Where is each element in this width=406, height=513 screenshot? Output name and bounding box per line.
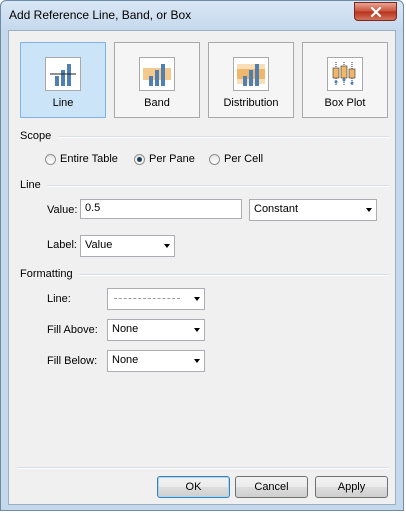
close-button[interactable] — [354, 2, 397, 21]
line-divider — [47, 185, 389, 187]
line-style-dropdown[interactable] — [107, 288, 205, 310]
formatting-divider — [79, 274, 389, 276]
scope-per-cell-label: Per Cell — [224, 153, 264, 165]
dialog-window: Add Reference Line, Band, or Box Line Ba… — [0, 0, 404, 511]
value-type-dropdown[interactable]: Constant — [249, 199, 377, 221]
type-distribution-button[interactable]: Distribution — [208, 42, 294, 118]
fill-above-label: Fill Above: — [47, 324, 98, 336]
dialog-body: Line Band Distribution Box Plot Scope En… — [8, 30, 396, 505]
apply-button[interactable]: Apply — [315, 476, 388, 498]
value-input[interactable]: 0.5 — [80, 199, 242, 219]
radio-unselected-icon — [209, 153, 220, 165]
fill-above-selected: None — [112, 323, 139, 335]
chevron-down-icon — [194, 297, 200, 301]
chevron-down-icon — [164, 244, 170, 248]
line-style-label: Line: — [47, 293, 71, 305]
type-distribution-label: Distribution — [223, 97, 279, 109]
type-box-plot-label: Box Plot — [324, 97, 366, 109]
type-line-label: Line — [52, 97, 74, 109]
box-plot-icon — [327, 57, 363, 91]
scope-divider — [59, 136, 389, 138]
scope-group-label: Scope — [20, 130, 52, 142]
button-divider — [17, 467, 389, 469]
label-dropdown[interactable]: Value — [80, 235, 175, 257]
label-field-label: Label: — [47, 239, 77, 251]
scope-entire-table-radio[interactable]: Entire Table — [45, 153, 118, 165]
chevron-down-icon — [366, 208, 372, 212]
line-group-label: Line — [20, 179, 41, 191]
radio-selected-icon — [134, 153, 145, 165]
cancel-button[interactable]: Cancel — [235, 476, 308, 498]
scope-entire-table-label: Entire Table — [60, 153, 118, 165]
radio-unselected-icon — [45, 153, 56, 165]
type-band-label: Band — [144, 97, 170, 109]
close-icon — [370, 7, 382, 17]
formatting-group-label: Formatting — [20, 268, 73, 280]
fill-below-dropdown[interactable]: None — [107, 350, 205, 372]
title-bar[interactable]: Add Reference Line, Band, or Box — [1, 1, 403, 29]
reference-line-icon — [45, 57, 81, 91]
type-line-button[interactable]: Line — [20, 42, 106, 118]
scope-per-pane-label: Per Pane — [149, 153, 195, 165]
window-title: Add Reference Line, Band, or Box — [9, 8, 192, 22]
chevron-down-icon — [194, 359, 200, 363]
value-field-label: Value: — [47, 204, 78, 216]
type-band-button[interactable]: Band — [114, 42, 200, 118]
distribution-icon — [233, 57, 269, 91]
dashed-line-swatch — [114, 298, 180, 299]
fill-above-dropdown[interactable]: None — [107, 319, 205, 341]
label-selected: Value — [85, 239, 113, 251]
type-box-plot-button[interactable]: Box Plot — [302, 42, 388, 118]
scope-per-pane-radio[interactable]: Per Pane — [134, 153, 195, 165]
reference-band-icon — [139, 57, 175, 91]
ok-button[interactable]: OK — [157, 476, 230, 498]
chevron-down-icon — [194, 328, 200, 332]
fill-below-label: Fill Below: — [47, 355, 98, 367]
scope-per-cell-radio[interactable]: Per Cell — [209, 153, 263, 165]
value-type-selected: Constant — [254, 203, 299, 215]
fill-below-selected: None — [112, 354, 139, 366]
